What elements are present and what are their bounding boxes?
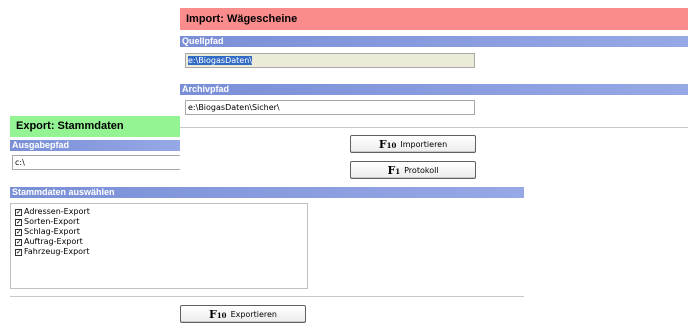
list-item[interactable]: ✓ Auftrag-Export xyxy=(11,237,307,247)
source-path-input[interactable]: e:\BiogasDaten\ xyxy=(185,53,475,68)
f10-key-icon: F10 xyxy=(209,307,227,321)
f1-key-icon: F1 xyxy=(387,163,401,177)
f10-key-icon: F10 xyxy=(378,137,397,151)
checkbox-checked-icon[interactable]: ✓ xyxy=(15,248,22,256)
masterdata-checklist: ✓ Adressen-Export ✓ Sorten-Export ✓ Schlag-… xyxy=(10,203,308,289)
export-title: Export: Stammdaten xyxy=(10,116,180,137)
import-button-label: Importieren xyxy=(400,139,448,149)
checkbox-checked-icon[interactable]: ✓ xyxy=(15,218,22,226)
import-panel xyxy=(180,8,688,186)
archive-path-label: Archivpfad xyxy=(180,84,688,95)
export-button-label: Exportieren xyxy=(230,309,277,319)
log-button[interactable]: F1 Protokoll xyxy=(350,161,476,179)
checkbox-checked-icon[interactable]: ✓ xyxy=(15,228,22,236)
select-masterdata-label: Stammdaten auswählen xyxy=(10,187,524,198)
list-item[interactable]: ✓ Adressen-Export xyxy=(11,207,307,217)
import-button[interactable]: F10 Importieren xyxy=(350,135,476,153)
checkbox-checked-icon[interactable]: ✓ xyxy=(15,208,22,216)
import-title: Import: Wägescheine xyxy=(180,8,688,30)
log-button-label: Protokoll xyxy=(404,165,439,175)
output-path-label: Ausgabepfad xyxy=(10,140,180,151)
list-item[interactable]: ✓ Sorten-Export xyxy=(11,217,307,227)
source-path-value: e:\BiogasDaten\ xyxy=(188,56,252,65)
list-item[interactable]: ✓ Schlag-Export xyxy=(11,227,307,237)
import-divider xyxy=(180,127,688,128)
list-item[interactable]: ✓ Fahrzeug-Export xyxy=(11,247,307,257)
source-path-label: Quellpfad xyxy=(180,36,688,47)
export-divider xyxy=(10,296,524,297)
output-path-input[interactable]: c:\ xyxy=(12,155,180,170)
checkbox-checked-icon[interactable]: ✓ xyxy=(15,238,22,246)
archive-path-input[interactable]: e:\BiogasDaten\Sicher\ xyxy=(185,100,475,115)
export-button[interactable]: F10 Exportieren xyxy=(180,305,306,323)
